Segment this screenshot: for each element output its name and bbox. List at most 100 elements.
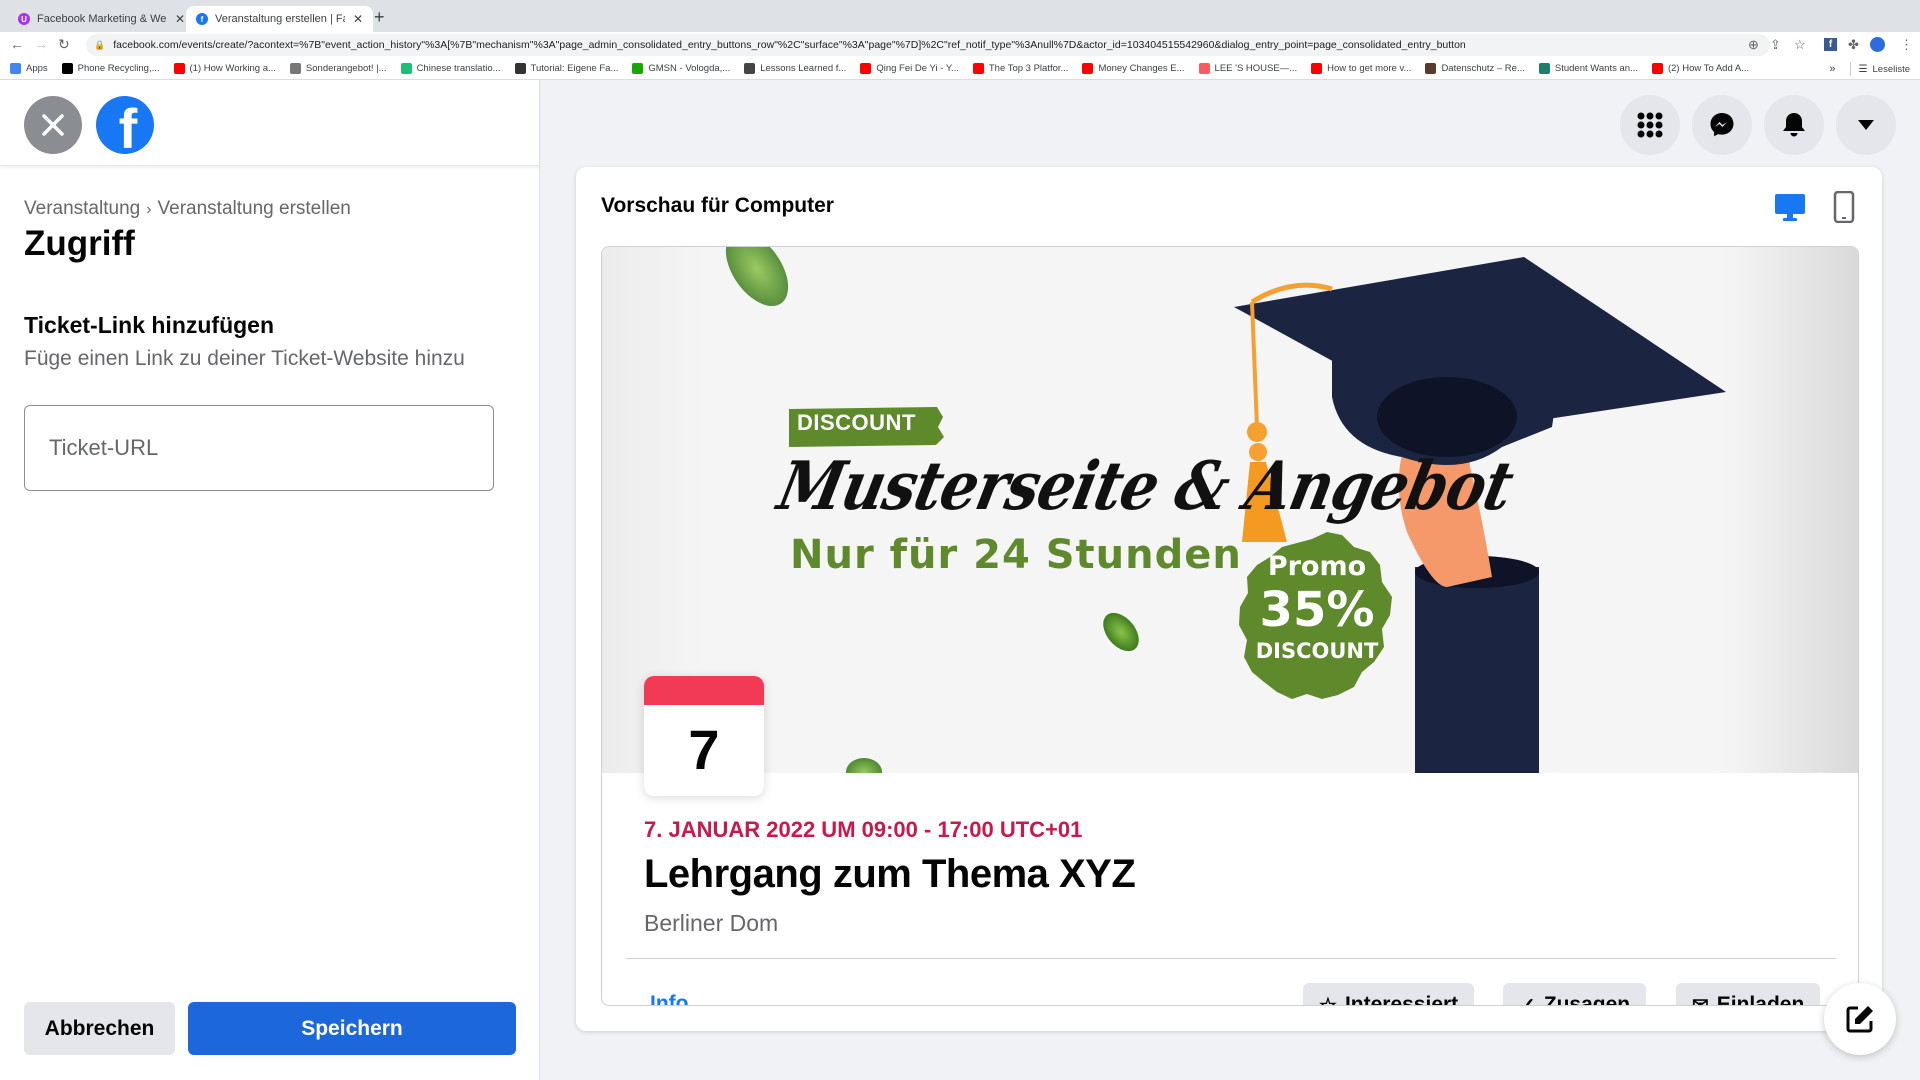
- hash-icon: [514, 63, 526, 74]
- bookmark-item[interactable]: Apps: [10, 63, 48, 74]
- calendar-date-badge: 7: [644, 676, 764, 796]
- ticket-url-input[interactable]: [24, 405, 494, 491]
- profile-avatar-icon[interactable]: [1870, 37, 1885, 52]
- breadcrumb: Veranstaltung › Veranstaltung erstellen: [24, 198, 351, 220]
- check-badge-icon: [289, 63, 301, 74]
- invite-button[interactable]: ✉ Einladen: [1676, 983, 1821, 1006]
- bookmarks-overflow-icon[interactable]: »: [1829, 63, 1835, 75]
- bookmark-item[interactable]: Phone Recycling,...: [61, 63, 160, 74]
- notifications-button[interactable]: [1764, 95, 1824, 155]
- leaf-decoration: [725, 247, 789, 307]
- desktop-monitor-icon: [1775, 194, 1805, 221]
- lock-icon: 🔒: [94, 39, 106, 50]
- promo-label: Promo: [1267, 551, 1367, 582]
- bookmark-item[interactable]: Lessons Learned f...: [744, 63, 846, 74]
- bookmark-label: (1) How Working a...: [189, 63, 276, 74]
- youtube-icon: [1082, 63, 1094, 74]
- tab-facebook-marketing[interactable]: U Facebook Marketing & Werbea ✕: [8, 6, 195, 32]
- button-label: Einladen: [1716, 993, 1805, 1006]
- facebook-icon: f: [196, 13, 208, 25]
- bookmark-label: (2) How To Add A...: [1667, 63, 1750, 74]
- cover-discount-badge: DISCOUNT: [797, 410, 916, 435]
- back-icon[interactable]: ←: [10, 36, 24, 52]
- calendar-day: 7: [688, 718, 720, 781]
- page-title: Zugriff: [24, 224, 135, 263]
- bookmark-item[interactable]: Student Wants an...: [1538, 63, 1638, 74]
- star-outline-icon: ☆: [1319, 994, 1337, 1006]
- tab-title: Facebook Marketing & Werbea: [37, 13, 167, 25]
- close-tab-icon[interactable]: ✕: [353, 12, 363, 26]
- menu-button[interactable]: [1620, 95, 1680, 155]
- bookmark-item[interactable]: Tutorial: Eigene Fa...: [514, 63, 618, 74]
- new-tab-button[interactable]: +: [374, 7, 385, 28]
- extensions-puzzle-icon[interactable]: ✤: [1848, 37, 1859, 53]
- bookmark-star-icon[interactable]: ☆: [1794, 37, 1806, 53]
- bookmark-label: Phone Recycling,...: [77, 63, 160, 74]
- bookmark-item[interactable]: Chinese translatio...: [400, 63, 501, 74]
- save-button[interactable]: Speichern: [188, 1002, 516, 1055]
- tab-info[interactable]: Info: [650, 992, 688, 1005]
- event-title: Lehrgang zum Thema XYZ: [644, 852, 1136, 896]
- bookmark-label: GMSN - Vologda,...: [648, 63, 731, 74]
- account-button[interactable]: [1836, 95, 1896, 155]
- bookmark-item[interactable]: (1) How Working a...: [173, 63, 276, 74]
- close-button[interactable]: [24, 96, 82, 154]
- zoom-icon[interactable]: ⊕: [1748, 37, 1759, 53]
- breadcrumb-item[interactable]: Veranstaltung: [24, 198, 140, 219]
- breadcrumb-item[interactable]: Veranstaltung erstellen: [158, 198, 351, 219]
- promo-text: Promo 35% DISCOUNT: [1252, 552, 1382, 664]
- apps-grid-icon: [10, 63, 21, 74]
- address-bar[interactable]: 🔒 facebook.com/events/create/?acontext=%…: [86, 34, 1770, 56]
- menu-kebab-icon[interactable]: ⋮: [1900, 37, 1913, 53]
- interested-button[interactable]: ☆ Interessiert: [1303, 983, 1475, 1006]
- mobile-preview-button[interactable]: [1826, 189, 1862, 225]
- address-row: ← → ↻ 🔒 facebook.com/events/create/?acon…: [0, 32, 1920, 58]
- share-icon[interactable]: ⇪: [1770, 37, 1781, 53]
- bookmark-item[interactable]: How to get more v...: [1311, 63, 1411, 74]
- bookmark-item[interactable]: LEE 'S HOUSE—...: [1198, 63, 1298, 74]
- button-label: Interessiert: [1344, 993, 1459, 1006]
- preview-panel: Vorschau für Computer DISCOUNT Mustersei…: [576, 167, 1882, 1031]
- cover-subline: Nur für 24 Stunden: [790, 532, 1242, 578]
- event-location: Berliner Dom: [644, 910, 779, 936]
- event-preview-card: DISCOUNT Musterseite & Angebot Nur für 2…: [601, 246, 1859, 1006]
- reload-icon[interactable]: ↻: [58, 36, 70, 53]
- bookmark-item[interactable]: (2) How To Add A...: [1651, 63, 1750, 74]
- bookmark-item[interactable]: Datenschutz – Re...: [1425, 63, 1525, 74]
- mobile-phone-icon: [1833, 191, 1855, 223]
- bookmark-label: LEE 'S HOUSE—...: [1214, 63, 1298, 74]
- bookmark-item[interactable]: The Top 3 Platfor...: [972, 63, 1068, 74]
- messenger-button[interactable]: [1692, 95, 1752, 155]
- desktop-preview-button[interactable]: [1772, 189, 1808, 225]
- divider: [626, 958, 1836, 959]
- bookmark-item[interactable]: GMSN - Vologda,...: [632, 63, 730, 74]
- browser-chrome: U Facebook Marketing & Werbea ✕ f Verans…: [0, 0, 1920, 80]
- compose-button[interactable]: [1824, 983, 1896, 1055]
- facebook-extension-icon[interactable]: f: [1824, 38, 1837, 51]
- going-button[interactable]: ✓ Zusagen: [1503, 983, 1647, 1006]
- youtube-icon: [1651, 63, 1663, 74]
- udemy-icon: U: [18, 13, 30, 25]
- bookmark-item[interactable]: Money Changes E...: [1082, 63, 1185, 74]
- bookmarks-bar: Apps Phone Recycling,... (1) How Working a…: [0, 58, 1920, 80]
- upwork-icon: [632, 63, 644, 74]
- tab-veranstaltung-erstellen[interactable]: f Veranstaltung erstellen | Faceb ✕: [186, 6, 374, 32]
- cancel-button[interactable]: Abbrechen: [24, 1002, 175, 1055]
- bookmark-item[interactable]: Qing Fei De Yi - Y...: [860, 63, 959, 74]
- forward-icon[interactable]: →: [34, 36, 48, 52]
- o2-icon: [61, 63, 73, 74]
- breadcrumb-separator: ›: [146, 201, 152, 218]
- leaf-decoration: [846, 758, 882, 773]
- check-circle-icon: ✓: [1519, 994, 1536, 1006]
- reading-list-button[interactable]: Leseliste: [1873, 64, 1911, 75]
- cover-headline: Musterseite & Angebot: [771, 446, 1520, 526]
- bookmark-label: Apps: [26, 63, 48, 74]
- youtube-icon: [173, 63, 185, 74]
- percent-icon: [744, 63, 756, 74]
- url-text: facebook.com/events/create/?acontext=%7B…: [113, 39, 1466, 51]
- bookmark-item[interactable]: Sonderangebot! |...: [289, 63, 387, 74]
- close-tab-icon[interactable]: ✕: [175, 12, 185, 26]
- calendar-header: [644, 676, 764, 705]
- facebook-logo[interactable]: f: [96, 96, 154, 154]
- leaf-decoration: [1103, 612, 1139, 652]
